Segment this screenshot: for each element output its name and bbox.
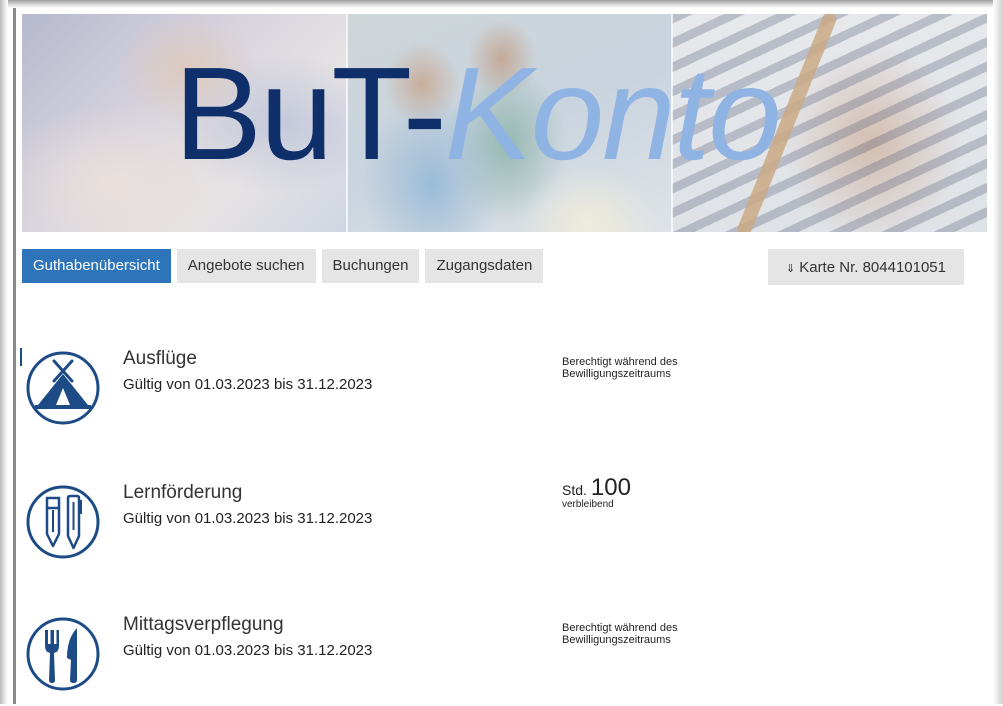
pencil-pen-icon — [25, 484, 101, 560]
tent-icon — [25, 350, 101, 426]
hours-sub: verbleibend — [562, 499, 614, 510]
item-status: Berechtigt während des Bewilligungszeitr… — [562, 356, 742, 380]
window-frame-top — [0, 0, 1003, 8]
tab-guthabenuebersicht[interactable]: Guthabenübersicht — [22, 249, 171, 283]
item-validity: Gültig von 01.03.2023 bis 31.12.2023 — [123, 510, 373, 527]
status-line: Berechtigt während des — [562, 356, 678, 368]
arrow-down-icon: ⇓ — [786, 263, 796, 275]
item-title: Mittagsverpflegung — [123, 614, 284, 635]
header-banner: BuT-Konto — [22, 14, 987, 232]
item-validity: Gültig von 01.03.2023 bis 31.12.2023 — [123, 376, 373, 393]
tab-angebote-suchen[interactable]: Angebote suchen — [176, 249, 316, 283]
banner-title-but: BuT- — [174, 40, 447, 187]
card-number-label: Karte Nr. 8044101051 — [799, 259, 946, 276]
main-nav: Guthabenübersicht Angebote suchen Buchun… — [22, 249, 544, 283]
item-title: Lernförderung — [123, 482, 243, 503]
list-item-lernfoerderung[interactable]: Lernförderung Gültig von 01.03.2023 bis … — [0, 476, 1003, 574]
item-title: Ausflüge — [123, 348, 197, 369]
remaining-hours: Std. 100 verbleibend — [562, 476, 742, 511]
fork-knife-icon — [25, 616, 101, 692]
tab-zugangsdaten[interactable]: Zugangsdaten — [425, 249, 544, 283]
banner-title: BuT-Konto — [174, 48, 782, 180]
list-item-mittagsverpflegung[interactable]: Mittagsverpflegung Gültig von 01.03.2023… — [0, 614, 1003, 706]
item-status: Berechtigt während des Bewilligungszeitr… — [562, 622, 742, 646]
hours-value: 100 — [590, 474, 631, 501]
card-number-button[interactable]: ⇓ Karte Nr. 8044101051 — [768, 249, 964, 285]
item-validity: Gültig von 01.03.2023 bis 31.12.2023 — [123, 642, 373, 659]
banner-title-konto: Konto — [444, 40, 782, 187]
hours-label: Std. — [562, 482, 587, 498]
status-line: Berechtigt während des — [562, 622, 678, 634]
status-line: Bewilligungszeitraums — [562, 368, 671, 380]
list-item-ausfluege[interactable]: Ausflüge Gültig von 01.03.2023 bis 31.12… — [0, 348, 1003, 440]
status-line: Bewilligungszeitraums — [562, 634, 671, 646]
tab-buchungen[interactable]: Buchungen — [321, 249, 420, 283]
